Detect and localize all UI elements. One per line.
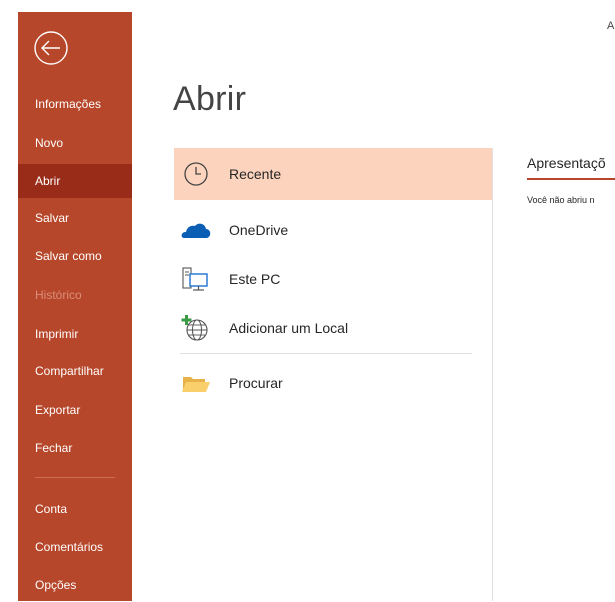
location-recente[interactable]: Recente: [174, 148, 492, 200]
back-arrow-icon[interactable]: [33, 30, 69, 66]
sidebar-item-historico: Histórico: [35, 288, 82, 302]
cloud-icon: [181, 223, 211, 238]
recent-tab-underline: [527, 178, 615, 180]
sidebar-item-opcoes[interactable]: Opções: [18, 568, 132, 602]
panel-divider: [492, 148, 493, 601]
location-label: OneDrive: [229, 222, 289, 238]
location-label: Recente: [229, 166, 282, 182]
sidebar-divider: [35, 477, 115, 478]
window-title-fragment: A: [607, 20, 615, 32]
backstage-sidebar: Informações Novo Abrir Salvar Salvar com…: [18, 12, 132, 601]
sidebar-item-comentarios[interactable]: Comentários: [18, 530, 132, 564]
sidebar-item-fechar[interactable]: Fechar: [18, 431, 132, 465]
location-label: Procurar: [229, 375, 283, 391]
sidebar-item-exportar[interactable]: Exportar: [18, 393, 132, 427]
locations-divider: [180, 353, 472, 354]
title-bar-strip: [0, 0, 615, 12]
sidebar-item-salvar[interactable]: Salvar: [18, 201, 132, 235]
sidebar-item-abrir[interactable]: Abrir: [18, 164, 132, 198]
sidebar-item-compartilhar[interactable]: Compartilhar: [18, 354, 132, 388]
recent-empty-message: Você não abriu n: [527, 195, 595, 205]
location-adicionar-local[interactable]: Adicionar um Local: [174, 302, 492, 354]
location-onedrive[interactable]: OneDrive: [174, 204, 492, 256]
folder-icon: [182, 377, 210, 392]
location-label: Este PC: [229, 271, 281, 287]
sidebar-item-novo[interactable]: Novo: [18, 126, 132, 160]
location-este-pc[interactable]: Este PC: [174, 253, 492, 305]
sidebar-item-informacoes[interactable]: Informações: [18, 87, 132, 121]
page-title: Abrir: [173, 80, 247, 118]
location-label: Adicionar um Local: [229, 320, 349, 336]
location-procurar[interactable]: Procurar: [174, 357, 492, 409]
computer-icon: [182, 267, 208, 291]
recent-presentations-tab[interactable]: Apresentaçõ: [527, 155, 606, 171]
sidebar-item-conta[interactable]: Conta: [18, 492, 132, 526]
add-globe-icon: [181, 315, 208, 341]
clock-icon: [184, 162, 208, 186]
sidebar-item-imprimir[interactable]: Imprimir: [18, 317, 132, 351]
sidebar-item-salvar-como[interactable]: Salvar como: [18, 239, 132, 273]
